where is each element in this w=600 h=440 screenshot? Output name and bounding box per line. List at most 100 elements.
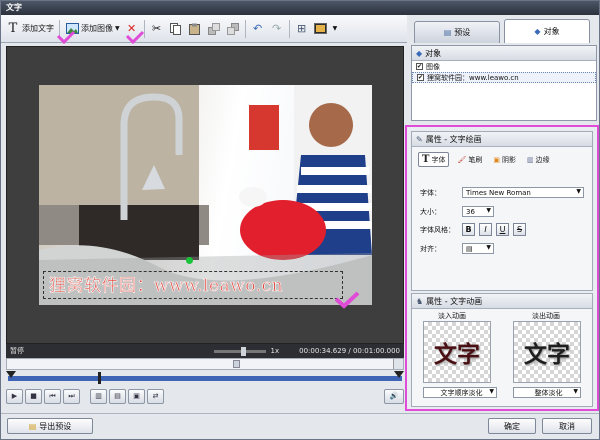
- play-button[interactable]: ▶: [6, 388, 23, 404]
- green-anchor-dot[interactable]: [186, 257, 193, 264]
- anim-title-bar: ♞ 属性 - 文字动画: [412, 294, 592, 309]
- fade-out-sample: 文字: [524, 341, 570, 368]
- redo-icon[interactable]: ↷: [270, 22, 284, 36]
- playback-controls: ▶ ■ ⏮ ⏭ ▥ ▤ ▣ ⇄ 🔊: [6, 386, 404, 406]
- position-scroll[interactable]: [6, 358, 404, 370]
- fit-height-icon[interactable]: ▤: [109, 388, 126, 404]
- speed-value: 1x: [270, 347, 280, 355]
- grid-icon[interactable]: ⊞: [295, 22, 309, 36]
- tab-brush[interactable]: 🖌 笔刷: [454, 152, 485, 167]
- tab-shadow[interactable]: ▣ 阴影: [490, 152, 519, 167]
- playhead[interactable]: [98, 372, 101, 384]
- list-item[interactable]: ✔ 狸窝软件园：www.leawo.cn: [412, 72, 596, 83]
- expand-icon[interactable]: ⇄: [147, 388, 164, 404]
- export-preset-button[interactable]: ▤ 导出预设: [7, 418, 93, 434]
- toolbar-divider: [288, 19, 290, 38]
- align-left-icon: ▤: [466, 244, 473, 253]
- next-button[interactable]: ⏭: [63, 388, 80, 404]
- ok-button[interactable]: 确定: [488, 418, 536, 434]
- paste-icon[interactable]: [188, 22, 202, 36]
- fade-in-select[interactable]: 文字顺序淡化 ▼: [423, 387, 497, 398]
- undo-icon[interactable]: ↶: [251, 22, 265, 36]
- tab-shadow-label: 阴影: [501, 155, 516, 164]
- brush-icon: 🖌: [457, 155, 467, 164]
- window-title: 文字: [6, 3, 22, 12]
- text-t-icon: T: [8, 21, 18, 36]
- properties-panel: ✎ 属性 - 文字绘画 T 字体 🖌 笔刷 ▣ 阴影 ▥ 边缘 字体： Times Ne…: [405, 125, 599, 411]
- checkmark-annotation-icon: [125, 30, 145, 44]
- tab-font-label: 字体: [431, 155, 446, 164]
- presets-icon: ▤: [443, 28, 452, 37]
- speed-slider-thumb[interactable]: [240, 346, 246, 356]
- ok-label: 确定: [504, 421, 520, 431]
- timeline-end-marker[interactable]: [394, 371, 404, 378]
- list-item[interactable]: ✔ 图像: [412, 61, 596, 72]
- speed-slider[interactable]: [213, 346, 266, 356]
- text-props-title-bar: ✎ 属性 - 文字绘画: [412, 132, 592, 147]
- previous-button[interactable]: ⏮: [44, 388, 61, 404]
- chevron-down-icon: ▼: [486, 207, 491, 214]
- text-props-title: 属性 - 文字绘画: [425, 134, 482, 144]
- objects-folder-icon: ◆: [416, 48, 423, 58]
- add-text-button[interactable]: T 添加文字: [6, 21, 54, 36]
- size-select[interactable]: 36 ▼: [462, 206, 494, 217]
- tab-objects[interactable]: ◆ 对象: [504, 19, 590, 43]
- tab-presets[interactable]: ▤ 预设: [414, 21, 500, 43]
- display-icon[interactable]: [314, 22, 328, 36]
- size-label: 大小：: [420, 207, 441, 216]
- stop-button[interactable]: ■: [25, 388, 42, 404]
- border-icon: ▥: [526, 155, 534, 164]
- add-image-dropdown-icon[interactable]: ▼: [115, 25, 120, 32]
- timeline-start-marker[interactable]: [6, 371, 16, 378]
- scroll-thumb[interactable]: [233, 360, 240, 368]
- cut-icon[interactable]: ✂: [150, 22, 164, 36]
- strikethrough-button[interactable]: S: [513, 223, 526, 236]
- object-label: 狸窝软件园：www.leawo.cn: [427, 73, 519, 82]
- fade-in-preview[interactable]: 文字: [423, 321, 491, 383]
- checkmark-annotation-icon: [334, 291, 360, 309]
- fade-out-select[interactable]: 整体淡化 ▼: [513, 387, 581, 398]
- send-backward-icon[interactable]: [226, 22, 240, 36]
- align-select[interactable]: ▤ ▼: [462, 243, 494, 254]
- text-drawing-panel: ✎ 属性 - 文字绘画 T 字体 🖌 笔刷 ▣ 阴影 ▥ 边缘 字体： Times Ne…: [411, 131, 593, 291]
- bold-button[interactable]: B: [462, 223, 475, 236]
- underline-button[interactable]: U: [496, 223, 509, 236]
- object-label: 图像: [426, 62, 440, 71]
- text-props-icon: ✎: [416, 134, 423, 144]
- fade-in-value: 文字顺序淡化: [440, 388, 483, 397]
- add-image-label: 添加图像: [81, 24, 113, 33]
- timeline-track[interactable]: [6, 371, 404, 385]
- copy-icon[interactable]: [169, 22, 183, 36]
- font-select[interactable]: Times New Roman ▼: [462, 187, 584, 198]
- objects-panel-title: ◆ 对象: [412, 46, 596, 61]
- checkbox[interactable]: ✔: [416, 63, 423, 70]
- tab-border[interactable]: ▥ 边缘: [524, 152, 553, 167]
- bring-forward-icon[interactable]: [207, 22, 221, 36]
- cancel-label: 取消: [559, 421, 575, 431]
- volume-icon[interactable]: 🔊: [384, 388, 404, 404]
- cancel-button[interactable]: 取消: [542, 418, 592, 434]
- text-overlay[interactable]: 狸窝软件园：www.leawo.cn: [49, 271, 283, 297]
- playback-status-bar: 暂停 1x 00:00:34.629 / 00:01:00.000: [6, 344, 404, 358]
- title-bar: 文字: [1, 1, 599, 15]
- tab-objects-label: 对象: [543, 27, 560, 36]
- align-row: 对齐： ▤ ▼: [420, 243, 494, 254]
- fit-width-icon[interactable]: ▥: [90, 388, 107, 404]
- timeline-bar[interactable]: [8, 376, 402, 381]
- fade-out-preview[interactable]: 文字: [513, 321, 581, 383]
- export-icon: ▤: [28, 421, 37, 431]
- checkbox[interactable]: ✔: [417, 74, 424, 81]
- objects-title: 对象: [425, 48, 442, 58]
- chevron-down-icon: ▼: [486, 244, 491, 251]
- playback-status: 暂停: [10, 347, 24, 355]
- scroll-end-button[interactable]: [393, 359, 403, 369]
- font-value: Times New Roman: [466, 188, 531, 197]
- time-display: 00:00:34.629 / 00:01:00.000: [299, 347, 400, 355]
- font-t-icon: T: [422, 154, 430, 165]
- size-value: 36: [466, 207, 475, 216]
- italic-button[interactable]: I: [479, 223, 492, 236]
- tab-font[interactable]: T 字体: [418, 152, 450, 167]
- toolbar-divider: [244, 19, 246, 38]
- display-dropdown-icon[interactable]: ▼: [333, 25, 338, 32]
- fullscreen-icon[interactable]: ▣: [128, 388, 145, 404]
